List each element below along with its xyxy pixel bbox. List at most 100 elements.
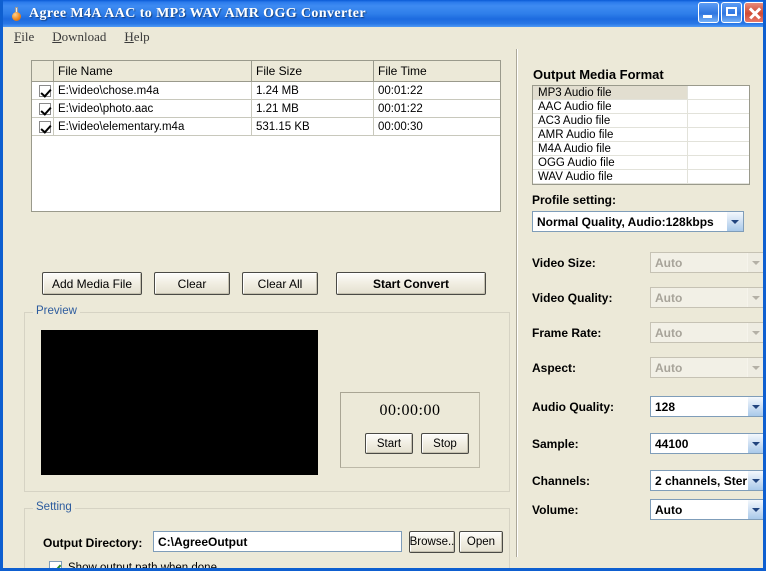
preview-stop-button[interactable]: Stop bbox=[421, 433, 469, 454]
row-checkbox[interactable] bbox=[38, 102, 51, 115]
cell-file-name: E:\video\chose.m4a bbox=[54, 82, 252, 100]
chevron-down-icon[interactable] bbox=[747, 471, 763, 490]
column-header-file-size[interactable]: File Size bbox=[252, 61, 374, 81]
table-empty-area bbox=[32, 136, 500, 211]
cell-file-time: 00:01:22 bbox=[374, 82, 500, 100]
sample-label: Sample: bbox=[532, 437, 579, 451]
format-list-item-wav[interactable]: WAV Audio file bbox=[533, 170, 749, 184]
close-button[interactable] bbox=[744, 2, 763, 23]
open-button[interactable]: Open bbox=[459, 531, 503, 553]
row-checkbox-cell[interactable] bbox=[32, 82, 54, 100]
format-list-item-ac3[interactable]: AC3 Audio file bbox=[533, 114, 749, 128]
video-size-label: Video Size: bbox=[532, 256, 596, 270]
output-format-list[interactable]: MP3 Audio file AAC Audio file AC3 Audio … bbox=[532, 85, 750, 185]
row-checkbox[interactable] bbox=[38, 84, 51, 97]
profile-setting-label: Profile setting: bbox=[532, 193, 617, 207]
right-pane: Output Media Format MP3 Audio file AAC A… bbox=[519, 47, 763, 568]
format-label: M4A Audio file bbox=[533, 142, 688, 155]
title-bar: Agree M4A AAC to MP3 WAV AMR OGG Convert… bbox=[3, 0, 763, 27]
format-list-item-aac[interactable]: AAC Audio file bbox=[533, 100, 749, 114]
volume-combo[interactable]: Auto bbox=[650, 499, 763, 520]
menu-item-file[interactable]: File bbox=[14, 29, 34, 45]
row-checkbox-cell[interactable] bbox=[32, 118, 54, 136]
table-row[interactable]: E:\video\chose.m4a 1.24 MB 00:01:22 bbox=[32, 82, 500, 100]
video-quality-label: Video Quality: bbox=[532, 291, 613, 305]
table-header-row: File Name File Size File Time bbox=[32, 61, 500, 82]
profile-setting-value: Normal Quality, Audio:128kbps bbox=[537, 214, 714, 229]
format-list-item-ogg[interactable]: OGG Audio file bbox=[533, 156, 749, 170]
file-list-table[interactable]: File Name File Size File Time E:\video\c… bbox=[31, 60, 501, 212]
show-output-path-row[interactable]: Show output path when done bbox=[49, 561, 217, 568]
table-row[interactable]: E:\video\elementary.m4a 531.15 KB 00:00:… bbox=[32, 118, 500, 136]
channels-value: 2 channels, Stereo bbox=[655, 473, 747, 488]
chevron-down-icon bbox=[747, 288, 763, 307]
left-pane: File Name File Size File Time E:\video\c… bbox=[6, 47, 516, 568]
video-quality-value: Auto bbox=[655, 290, 683, 305]
menu-rest-download: ownload bbox=[61, 29, 107, 44]
preview-controls-panel: 00:00:00 Start Stop bbox=[340, 392, 480, 468]
profile-setting-combo[interactable]: Normal Quality, Audio:128kbps bbox=[532, 211, 744, 232]
window-title: Agree M4A AAC to MP3 WAV AMR OGG Convert… bbox=[29, 5, 366, 21]
minimize-button[interactable] bbox=[698, 2, 719, 23]
aspect-combo: Auto bbox=[650, 357, 763, 378]
format-label: AC3 Audio file bbox=[533, 114, 688, 127]
format-label: MP3 Audio file bbox=[533, 86, 688, 99]
channels-label: Channels: bbox=[532, 474, 591, 488]
chevron-down-icon[interactable] bbox=[726, 212, 743, 231]
start-convert-button[interactable]: Start Convert bbox=[336, 272, 486, 295]
format-list-item-m4a[interactable]: M4A Audio file bbox=[533, 142, 749, 156]
table-row[interactable]: E:\video\photo.aac 1.21 MB 00:01:22 bbox=[32, 100, 500, 118]
chevron-down-icon[interactable] bbox=[747, 397, 763, 416]
frame-rate-combo: Auto bbox=[650, 322, 763, 343]
preview-timer: 00:00:00 bbox=[379, 402, 441, 419]
volume-label: Volume: bbox=[532, 503, 579, 517]
channels-combo[interactable]: 2 channels, Stereo bbox=[650, 470, 763, 491]
clear-all-button[interactable]: Clear All bbox=[242, 272, 318, 295]
setting-group: Setting Output Directory: C:\AgreeOutput… bbox=[24, 501, 510, 568]
sample-combo[interactable]: 44100 bbox=[650, 433, 763, 454]
show-output-path-checkbox[interactable] bbox=[49, 561, 62, 568]
preview-start-button[interactable]: Start bbox=[365, 433, 413, 454]
preview-video-area[interactable] bbox=[41, 330, 318, 475]
menu-accel-help: H bbox=[124, 29, 134, 44]
cell-file-name: E:\video\elementary.m4a bbox=[54, 118, 252, 136]
pane-divider bbox=[516, 49, 518, 557]
output-directory-input[interactable]: C:\AgreeOutput bbox=[153, 531, 402, 552]
cell-file-name: E:\video\photo.aac bbox=[54, 100, 252, 118]
output-media-format-title: Output Media Format bbox=[533, 67, 664, 82]
table-body: E:\video\chose.m4a 1.24 MB 00:01:22 E:\v… bbox=[32, 82, 500, 211]
chevron-down-icon bbox=[747, 358, 763, 377]
column-header-file-name[interactable]: File Name bbox=[54, 61, 252, 81]
chevron-down-icon[interactable] bbox=[747, 434, 763, 453]
row-checkbox-cell[interactable] bbox=[32, 100, 54, 118]
browse-button[interactable]: Browse.. bbox=[409, 531, 455, 553]
chevron-down-icon[interactable] bbox=[747, 500, 763, 519]
menu-rest-file: ile bbox=[21, 29, 35, 44]
video-quality-combo: Auto bbox=[650, 287, 763, 308]
menu-bar: File Download Help bbox=[6, 27, 763, 47]
format-label: OGG Audio file bbox=[533, 156, 688, 169]
sample-value: 44100 bbox=[655, 436, 689, 451]
cell-file-size: 1.21 MB bbox=[252, 100, 374, 118]
frame-rate-label: Frame Rate: bbox=[532, 326, 602, 340]
menu-item-help[interactable]: Help bbox=[124, 29, 149, 45]
flask-icon bbox=[8, 6, 24, 22]
add-media-file-button[interactable]: Add Media File bbox=[42, 272, 142, 295]
column-header-check bbox=[32, 61, 54, 81]
application-window: Agree M4A AAC to MP3 WAV AMR OGG Convert… bbox=[0, 0, 766, 571]
audio-quality-combo[interactable]: 128 bbox=[650, 396, 763, 417]
preview-group-label: Preview bbox=[33, 305, 80, 317]
maximize-button[interactable] bbox=[721, 2, 742, 23]
menu-item-download[interactable]: Download bbox=[52, 29, 106, 45]
format-label: WAV Audio file bbox=[533, 170, 688, 183]
menu-accel-download: D bbox=[52, 29, 62, 44]
format-label: AAC Audio file bbox=[533, 100, 688, 113]
cell-file-time: 00:00:30 bbox=[374, 118, 500, 136]
format-list-item-amr[interactable]: AMR Audio file bbox=[533, 128, 749, 142]
video-size-combo: Auto bbox=[650, 252, 763, 273]
column-header-file-time[interactable]: File Time bbox=[374, 61, 500, 81]
format-list-item-mp3[interactable]: MP3 Audio file bbox=[533, 86, 749, 100]
frame-rate-value: Auto bbox=[655, 325, 683, 340]
clear-button[interactable]: Clear bbox=[154, 272, 230, 295]
row-checkbox[interactable] bbox=[38, 120, 51, 133]
